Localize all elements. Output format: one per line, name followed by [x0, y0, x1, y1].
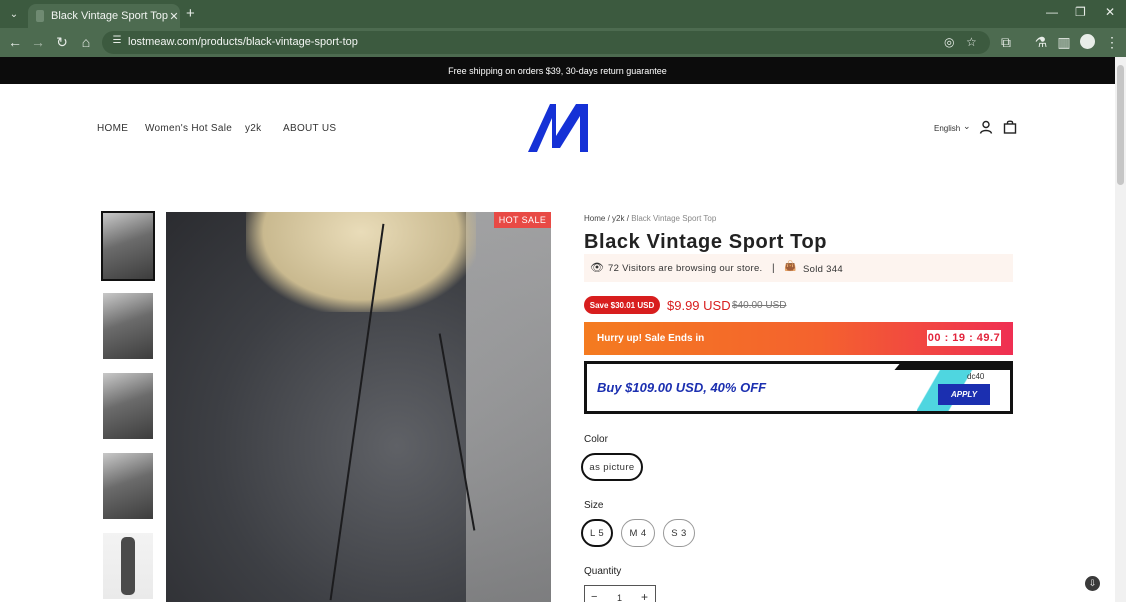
nav-womens-hot-sale[interactable]: Women's Hot Sale: [145, 123, 232, 134]
url-text[interactable]: lostmeaw.com/products/black-vintage-spor…: [128, 36, 358, 48]
size-option-s[interactable]: S 3: [663, 519, 695, 547]
new-tab-icon[interactable]: +: [186, 5, 195, 22]
size-option-m[interactable]: M 4: [621, 519, 655, 547]
tab-close-icon[interactable]: ✕: [168, 10, 180, 23]
compare-price: $40.00 USD: [732, 300, 787, 311]
shopping-bag-icon: 👜: [784, 261, 797, 272]
language-selector[interactable]: English: [934, 124, 960, 133]
product-title: Black Vintage Sport Top: [584, 231, 828, 253]
sale-countdown-banner: Hurry up! Sale Ends in 00 : 19 : 49.7: [584, 322, 1013, 355]
image-hair-region: [246, 212, 476, 312]
color-label: Color: [584, 434, 608, 445]
browser-toolbar: ← → ↻ ⌂ ☰ lostmeaw.com/products/black-vi…: [0, 28, 1126, 57]
product-thumbnail[interactable]: [103, 453, 153, 519]
coupon-code: dc40: [967, 372, 985, 381]
quantity-stepper: − 1 +: [584, 585, 656, 602]
cart-bag-icon[interactable]: [1003, 120, 1017, 134]
extensions-icon[interactable]: ⧉: [998, 34, 1014, 50]
coupon-accent: [894, 364, 1010, 370]
size-label: Size: [584, 500, 604, 511]
breadcrumb-separator: /: [626, 214, 629, 223]
quantity-increase-button[interactable]: +: [641, 590, 648, 602]
image-background: [466, 212, 551, 602]
back-icon[interactable]: ←: [7, 34, 23, 50]
chevron-down-icon[interactable]: ⌄: [963, 121, 971, 132]
nav-about-us[interactable]: ABOUT US: [283, 123, 336, 134]
tab-title: Black Vintage Sport Top: [51, 10, 169, 22]
coupon-banner: Buy $109.00 USD, 40% OFF dc40 APPLY: [584, 361, 1013, 414]
menu-kebab-icon[interactable]: ⋮: [1104, 34, 1120, 50]
forward-icon[interactable]: →: [30, 34, 46, 50]
breadcrumb-home[interactable]: Home: [584, 214, 605, 223]
color-option-as-picture[interactable]: as picture: [581, 453, 643, 481]
eye-off-icon[interactable]: ◎: [944, 35, 954, 49]
side-panel-icon[interactable]: ▥: [1056, 34, 1072, 50]
breadcrumb-collection[interactable]: y2k: [612, 214, 624, 223]
browser-tab[interactable]: Black Vintage Sport Top ✕: [28, 4, 180, 28]
scrollbar-thumb[interactable]: [1117, 65, 1124, 185]
nav-y2k[interactable]: y2k: [245, 123, 261, 134]
minimize-icon[interactable]: —: [1046, 5, 1058, 19]
product-thumbnail[interactable]: [103, 293, 153, 359]
account-icon[interactable]: [979, 120, 993, 134]
announcement-text: Free shipping on orders $39, 30-days ret…: [448, 65, 667, 76]
eye-icon: 👁: [590, 262, 604, 274]
countdown-timer: 00 : 19 : 49.7: [927, 330, 1001, 346]
bookmark-star-icon[interactable]: ☆: [966, 35, 977, 49]
breadcrumb: Home / y2k / Black Vintage Sport Top: [584, 214, 716, 223]
sold-count: Sold 344: [803, 264, 843, 275]
announcement-bar: Free shipping on orders $39, 30-days ret…: [0, 57, 1115, 84]
countdown-label: Hurry up! Sale Ends in: [597, 333, 705, 344]
save-badge: Save $30.01 USD: [584, 296, 660, 314]
quantity-input[interactable]: 1: [617, 593, 622, 602]
product-thumbnail[interactable]: [101, 211, 155, 281]
coupon-offer-text: Buy $109.00 USD, 40% OFF: [597, 380, 767, 395]
divider: |: [772, 263, 775, 274]
reload-icon[interactable]: ↻: [54, 34, 70, 50]
quantity-decrease-button[interactable]: −: [591, 591, 597, 602]
labs-icon[interactable]: ⚗: [1033, 34, 1049, 50]
visitors-text: 72 Visitors are browsing our store.: [608, 263, 763, 274]
visitors-bar: 👁 72 Visitors are browsing our store. | …: [584, 254, 1013, 282]
nav-home[interactable]: HOME: [97, 123, 128, 134]
tab-search-icon[interactable]: ⌄: [6, 6, 22, 22]
product-thumbnail[interactable]: [103, 373, 153, 439]
restore-icon[interactable]: ❐: [1075, 5, 1086, 19]
breadcrumb-current: Black Vintage Sport Top: [631, 214, 717, 223]
sale-price: $9.99 USD: [667, 298, 731, 313]
page-scrollbar[interactable]: [1115, 57, 1126, 602]
favicon-icon: [36, 10, 44, 22]
home-icon[interactable]: ⌂: [78, 34, 94, 50]
product-main-image[interactable]: [166, 212, 551, 602]
window-close-icon[interactable]: ✕: [1105, 5, 1115, 19]
store-logo[interactable]: [526, 102, 590, 154]
address-bar[interactable]: ☰ lostmeaw.com/products/black-vintage-sp…: [102, 31, 990, 54]
site-info-icon[interactable]: ☰: [110, 35, 124, 49]
hot-sale-badge: HOT SALE: [494, 212, 551, 228]
profile-avatar-icon[interactable]: [1080, 34, 1095, 49]
breadcrumb-separator: /: [607, 214, 610, 223]
browser-tab-bar: ⌄ Black Vintage Sport Top ✕ + — ❐ ✕: [0, 0, 1126, 28]
size-option-l[interactable]: L 5: [581, 519, 613, 547]
quantity-label: Quantity: [584, 566, 622, 577]
coupon-apply-button[interactable]: APPLY: [938, 384, 990, 405]
product-thumbnail[interactable]: [103, 533, 153, 599]
chat-widget-icon[interactable]: ⇩: [1085, 576, 1100, 591]
